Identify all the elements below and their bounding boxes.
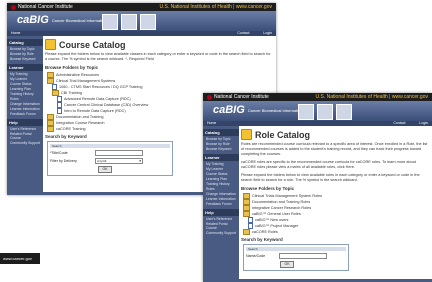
page-title: Role Catalog xyxy=(255,129,311,140)
tree-item-label: Integration Course Research xyxy=(56,120,105,125)
search-box: Search *Title/Code Filter by Delivery Any… xyxy=(47,141,173,176)
sidebar-link[interactable]: Community Support xyxy=(203,230,239,235)
sidebar-section-title: Help xyxy=(203,209,239,216)
main-content: Role Catalog Roles are recommended cours… xyxy=(239,126,432,282)
search-box-label: Search xyxy=(50,144,170,148)
search-box-label: Search xyxy=(246,247,346,251)
tree-item-label: caBIG™ Project Manager xyxy=(255,223,299,228)
nci-top-bar: National Cancer Institute U.S. National … xyxy=(203,93,432,101)
banner-image xyxy=(317,104,333,120)
role-tree: Clinical Trials Management System Roles D… xyxy=(243,193,432,235)
sidebar-section-title: Help xyxy=(7,119,43,126)
tree-item-label: Intro to Remote Data Capture (RDC) xyxy=(64,108,126,113)
tree-item-label: caBIG™ New users xyxy=(255,217,289,222)
search-heading: Search by Keyword xyxy=(241,237,283,242)
tree-item-label: 1060 - CTMS Start Resources / DQ GCP Tra… xyxy=(59,84,143,89)
role-catalog-icon xyxy=(241,129,252,140)
sidebar-section-title: Learner xyxy=(203,154,239,161)
tree-item-label: CBI Training xyxy=(61,90,82,95)
title-code-input[interactable] xyxy=(95,150,143,156)
sidebar-link[interactable]: Feedback Forum xyxy=(7,111,43,116)
sidebar-link[interactable]: Related Portal Course xyxy=(7,131,43,140)
tree-item-label: Documentation and Training xyxy=(56,114,104,119)
taskbar-tab[interactable]: www.cancer.gov xyxy=(0,253,40,264)
role-catalog-window: National Cancer Institute U.S. National … xyxy=(203,93,432,282)
intro-text: caCORE roles are specific to the recomme… xyxy=(241,160,416,169)
document-icon xyxy=(57,108,62,114)
sidebar-link[interactable]: Browse Keyword xyxy=(7,56,43,61)
delivery-filter-label: Filter by Delivery xyxy=(50,159,77,163)
sidebar-link[interactable]: Change Information xyxy=(203,191,239,196)
nih-link[interactable]: U.S. National Institutes of Health | www… xyxy=(160,3,272,11)
cabig-logo[interactable]: caBIG Cancer Biomedical Informatics Grid xyxy=(213,104,311,116)
nci-dot-icon xyxy=(11,4,16,10)
tree-item-label: Clinical Trial Management Systems xyxy=(56,78,116,83)
nih-link[interactable]: U.S. National Institutes of Health | www… xyxy=(316,93,428,101)
sidebar-link[interactable]: Change Information xyxy=(7,101,43,106)
banner-image xyxy=(140,14,156,30)
name-code-label: Name/Code xyxy=(246,254,266,258)
intro-text: Please expand the folders below to view … xyxy=(45,52,271,61)
browse-heading: Browse Folders by Topic xyxy=(45,65,99,70)
tree-item-label: caCORE Roles xyxy=(252,229,278,234)
cabig-logo[interactable]: caBIG Cancer Biomedical Informatics Grid xyxy=(17,14,115,26)
sidebar-link[interactable]: Related Portal Course xyxy=(203,221,239,230)
folder-icon xyxy=(47,126,54,132)
banner-image xyxy=(102,14,118,30)
tree-item-label: Administrative Resources xyxy=(56,72,100,77)
sidebar-link[interactable]: Feedback Forum xyxy=(203,201,239,206)
tree-item-label: Advanced Remote Data Capture (RDC) xyxy=(64,96,131,101)
sidebar-link[interactable]: Learner Information xyxy=(203,196,239,201)
folder-icon xyxy=(243,229,250,235)
page-title: Course Catalog xyxy=(59,39,126,50)
nci-logo[interactable]: National Cancer Institute xyxy=(11,3,73,11)
intro-text: Roles are recommended course curricula r… xyxy=(241,142,428,156)
sidebar-link[interactable]: Community Support xyxy=(7,140,43,145)
nci-logo[interactable]: National Cancer Institute xyxy=(207,93,269,101)
name-code-input[interactable] xyxy=(279,253,327,259)
tree-item[interactable]: caCORE Roles xyxy=(243,229,432,235)
browse-heading: Browse Folders by Topic xyxy=(241,186,295,191)
tree-item-label: Clinical Trials Management System Roles xyxy=(252,193,323,198)
cabig-banner: caBIG Cancer Biomedical Informatics Grid xyxy=(203,101,432,121)
ok-button[interactable]: OK xyxy=(98,166,112,173)
tree-item-label: Integrative Cancer Research Roles xyxy=(252,205,312,210)
cabig-banner: caBIG Cancer Biomedical Informatics Grid xyxy=(7,11,276,31)
catalog-icon xyxy=(45,39,56,50)
sidebar-section-title: Catalog xyxy=(7,39,43,46)
intro-text: Please expand the folders below to view … xyxy=(241,173,420,182)
delivery-filter-select[interactable]: Any/All xyxy=(95,158,143,164)
nci-top-bar: National Cancer Institute U.S. National … xyxy=(7,3,276,11)
search-box: Search Name/Code OK xyxy=(243,244,349,271)
banner-images xyxy=(298,104,352,120)
tree-item-label: Documentation and Training Roles xyxy=(252,199,311,204)
ok-button[interactable]: OK xyxy=(280,261,294,268)
sidebar-link[interactable]: Learner Information xyxy=(7,106,43,111)
sidebar: Catalog Browse by Topic Browse by Role Brow… xyxy=(203,126,239,282)
sidebar-link[interactable]: Browse Keyword xyxy=(203,146,239,151)
title-code-label: *Title/Code xyxy=(50,151,68,155)
sidebar: Catalog Browse by Topic Browse by Role Brow… xyxy=(7,36,43,195)
banner-image xyxy=(298,104,314,120)
banner-image xyxy=(121,14,137,30)
tree-item-label: caCORE Training xyxy=(56,126,86,131)
tree-item-label: caBIG™ General User Roles xyxy=(252,211,301,216)
tree-item-label: Cancer Central Clinical Database (C3D) O… xyxy=(64,102,149,107)
sidebar-section-title: Learner xyxy=(7,64,43,71)
banner-image xyxy=(336,104,352,120)
nci-dot-icon xyxy=(207,94,212,100)
banner-images xyxy=(102,14,156,30)
sidebar-section-title: Catalog xyxy=(203,129,239,136)
